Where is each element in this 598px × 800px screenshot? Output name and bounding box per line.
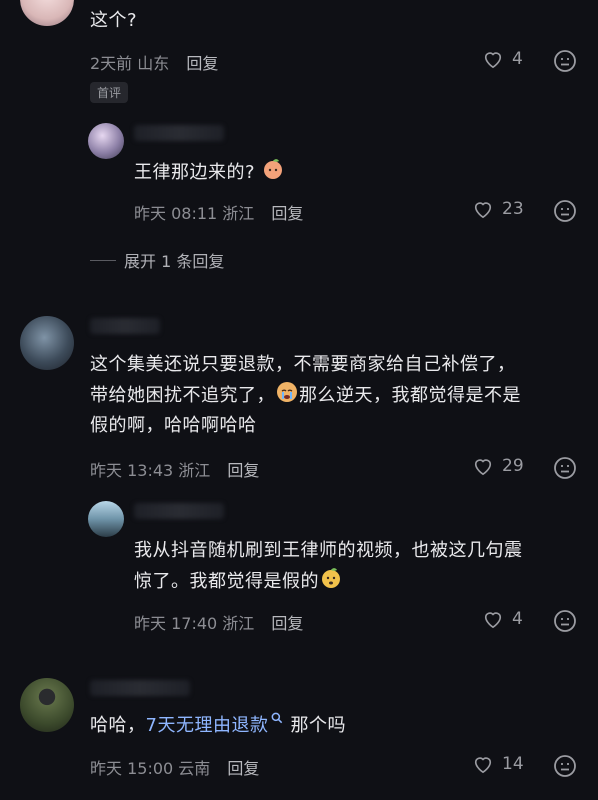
neutral-face-icon[interactable]: [553, 754, 577, 778]
like-button[interactable]: 14: [472, 754, 524, 774]
reply-button[interactable]: 回复: [186, 54, 218, 73]
crying-emoji-icon: [277, 382, 297, 402]
like-count: 23: [502, 199, 524, 219]
heart-icon: [474, 757, 492, 774]
like-count: 29: [502, 456, 524, 476]
comment-location: 浙江: [222, 614, 255, 633]
heart-icon: [484, 612, 502, 629]
search-icon[interactable]: [270, 711, 284, 725]
comment-line-part: 惊了。我都觉得是假的: [134, 571, 319, 592]
expand-replies-button[interactable]: 展开 1 条回复: [90, 248, 224, 272]
username-blurred: [90, 680, 190, 696]
comment-meta: 昨天 13:43 浙江 回复: [90, 457, 259, 481]
comment-text-prefix: 哈哈，: [90, 715, 146, 736]
reply-button[interactable]: 回复: [227, 759, 259, 778]
comment-time: 昨天 15:00: [90, 759, 174, 778]
username-blurred: [134, 125, 224, 141]
avatar[interactable]: [88, 123, 124, 159]
comment-text-content: 王律那边来的?: [134, 162, 256, 183]
comment-location: 浙江: [222, 204, 255, 223]
comment-text: 这个集美还说只要退款，不需要商家给自己补偿了， 带给她困扰不追究了， 那么逆天，…: [90, 350, 580, 441]
username-blurred: [134, 503, 224, 519]
avatar[interactable]: [20, 678, 74, 732]
neutral-face-icon[interactable]: [553, 456, 577, 480]
comment-time: 昨天 08:11: [134, 204, 218, 223]
comment-line: 带给她困扰不追究了， 那么逆天，我都觉得是不是: [90, 380, 580, 411]
surprised-emoji-icon: [322, 568, 340, 588]
like-count: 4: [512, 49, 523, 69]
search-link[interactable]: 7天无理由退款: [146, 715, 269, 736]
first-comment-badge: 首评: [90, 82, 129, 103]
neutral-face-icon[interactable]: [553, 609, 577, 633]
comment-time: 昨天 13:43: [90, 461, 174, 480]
comment-line-part: 带给她困扰不追究了，: [90, 385, 275, 406]
reply-button[interactable]: 回复: [227, 461, 259, 480]
divider-line: [90, 259, 116, 261]
avatar[interactable]: [88, 501, 124, 537]
comment-meta: 昨天 17:40 浙江 回复: [134, 610, 303, 634]
comment-location: 山东: [137, 54, 170, 73]
like-count: 4: [512, 609, 523, 629]
like-button[interactable]: 4: [482, 609, 523, 629]
heart-icon: [474, 202, 492, 219]
comment-text: 我从抖音随机刷到王律师的视频，也被这几句震 惊了。我都觉得是假的: [134, 536, 584, 597]
avatar[interactable]: [20, 316, 74, 370]
comment-location: 浙江: [178, 461, 211, 480]
comment-text: 哈哈，7天无理由退款 那个吗: [90, 711, 346, 741]
like-button[interactable]: 4: [482, 49, 523, 69]
comment-line-part: 那么逆天，我都觉得是不是: [299, 385, 521, 406]
comment-time: 昨天 17:40: [134, 614, 218, 633]
like-button[interactable]: 29: [472, 456, 524, 476]
username-blurred: [90, 318, 160, 334]
reply-button[interactable]: 回复: [271, 614, 303, 633]
like-button[interactable]: 23: [472, 199, 524, 219]
comment-location: 云南: [178, 759, 211, 778]
neutral-face-icon[interactable]: [553, 49, 577, 73]
avatar[interactable]: [20, 0, 74, 26]
expand-replies-label: 展开 1 条回复: [124, 252, 225, 271]
heart-icon: [474, 459, 492, 476]
comment-line: 这个集美还说只要退款，不需要商家给自己补偿了，: [90, 354, 516, 375]
neutral-face-icon[interactable]: [553, 199, 577, 223]
comment-text: 这个?: [90, 10, 138, 31]
heart-icon: [484, 52, 502, 69]
peach-emoji-icon: [264, 159, 283, 179]
comment-line: 惊了。我都觉得是假的: [134, 566, 584, 597]
comment-time: 2天前: [90, 54, 133, 73]
like-count: 14: [502, 754, 524, 774]
comment-text-suffix: 那个吗: [290, 715, 346, 736]
comment-line: 我从抖音随机刷到王律师的视频，也被这几句震: [134, 540, 523, 561]
comment-meta: 昨天 08:11 浙江 回复: [134, 200, 303, 224]
comment-line: 假的啊，哈哈啊哈哈: [90, 415, 257, 436]
comment-meta: 2天前 山东 回复: [90, 50, 218, 74]
comment-meta: 昨天 15:00 云南 回复: [90, 755, 259, 779]
comment-text: 王律那边来的?: [134, 157, 285, 188]
reply-button[interactable]: 回复: [271, 204, 303, 223]
